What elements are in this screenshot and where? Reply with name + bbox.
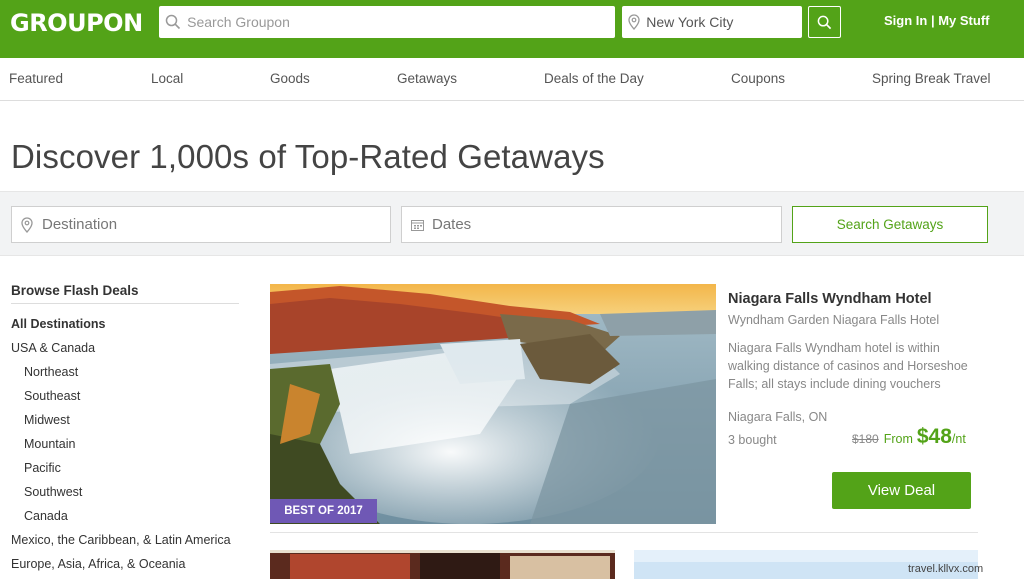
nav-item-spring-break-travel[interactable]: Spring Break Travel — [872, 71, 991, 86]
sidebar-item-southeast[interactable]: Southeast — [24, 389, 80, 403]
dates-placeholder: Dates — [432, 216, 472, 233]
deal-subtitle: Wyndham Garden Niagara Falls Hotel — [728, 313, 940, 327]
search-box[interactable] — [159, 6, 615, 38]
view-deal-button[interactable]: View Deal — [832, 472, 971, 509]
search-icon — [817, 15, 832, 29]
search-input[interactable] — [187, 6, 615, 38]
deal-image-next-1[interactable] — [270, 550, 615, 579]
map-pin-icon — [622, 14, 646, 30]
destination-field[interactable]: Destination — [11, 206, 391, 243]
page-title: Discover 1,000s of Top-Rated Getaways — [11, 138, 605, 175]
search-getaways-button[interactable]: Search Getaways — [792, 206, 988, 243]
search-button[interactable] — [808, 6, 841, 38]
original-price: $180 — [852, 432, 879, 446]
getaway-search-bar: Destination Dates Search Getaways — [0, 191, 1024, 256]
destination-placeholder: Destination — [42, 216, 118, 233]
dates-field[interactable]: Dates — [401, 206, 782, 243]
account-separator: | — [927, 13, 939, 28]
sign-in-link[interactable]: Sign In — [884, 13, 927, 28]
deal-title[interactable]: Niagara Falls Wyndham Hotel — [728, 291, 932, 307]
nav-item-local[interactable]: Local — [151, 71, 183, 86]
deal-bought-count: 3 bought — [728, 433, 777, 447]
sidebar-item-mexico-caribbean-latin-america[interactable]: Mexico, the Caribbean, & Latin America — [11, 533, 231, 547]
from-label: From — [883, 432, 913, 446]
card-divider — [270, 532, 978, 533]
nav-item-coupons[interactable]: Coupons — [731, 71, 785, 86]
sidebar-item-usa-canada[interactable]: USA & Canada — [11, 341, 95, 355]
search-icon — [159, 14, 187, 30]
sidebar-item-all-destinations[interactable]: All Destinations — [11, 317, 105, 331]
my-stuff-link[interactable]: My Stuff — [938, 13, 989, 28]
sidebar-item-europe-asia-africa-oceania[interactable]: Europe, Asia, Africa, & Oceania — [11, 557, 185, 571]
sidebar-title: Browse Flash Deals — [11, 283, 239, 304]
account-links: Sign In | My Stuff — [884, 13, 990, 28]
calendar-icon — [402, 219, 432, 231]
deal-price: $180 From $48 /nt — [852, 425, 972, 449]
sidebar-item-midwest[interactable]: Midwest — [24, 413, 70, 427]
nav-item-goods[interactable]: Goods — [270, 71, 310, 86]
watermark-text: travel.kllvx.com — [908, 563, 984, 575]
groupon-logo[interactable]: GROUPON — [10, 9, 143, 37]
deal-image-niagara-falls[interactable] — [270, 284, 716, 524]
sidebar-item-southwest[interactable]: Southwest — [24, 485, 82, 499]
sale-price: $48 — [916, 425, 952, 448]
sidebar-item-northeast[interactable]: Northeast — [24, 365, 78, 379]
sidebar-item-mountain[interactable]: Mountain — [24, 437, 75, 451]
best-of-2017-badge: BEST OF 2017 — [270, 499, 377, 523]
nav-item-featured[interactable]: Featured — [9, 71, 63, 86]
location-box[interactable] — [622, 6, 802, 38]
sidebar-item-pacific[interactable]: Pacific — [24, 461, 61, 475]
sidebar-item-canada[interactable]: Canada — [24, 509, 68, 523]
map-pin-icon — [12, 216, 42, 233]
category-nav: Featured Local Goods Getaways Deals of t… — [0, 58, 1024, 101]
per-night-label: /nt — [951, 432, 966, 446]
nav-item-getaways[interactable]: Getaways — [397, 71, 457, 86]
location-input[interactable] — [646, 6, 802, 38]
nav-item-deals-of-the-day[interactable]: Deals of the Day — [544, 71, 644, 86]
top-bar: GROUPON Sign In | My Stuff — [0, 0, 1024, 58]
deal-description: Niagara Falls Wyndham hotel is within wa… — [728, 341, 968, 391]
deal-location: Niagara Falls, ON — [728, 410, 828, 424]
flash-deals-sidebar: Browse Flash Deals — [11, 283, 239, 304]
